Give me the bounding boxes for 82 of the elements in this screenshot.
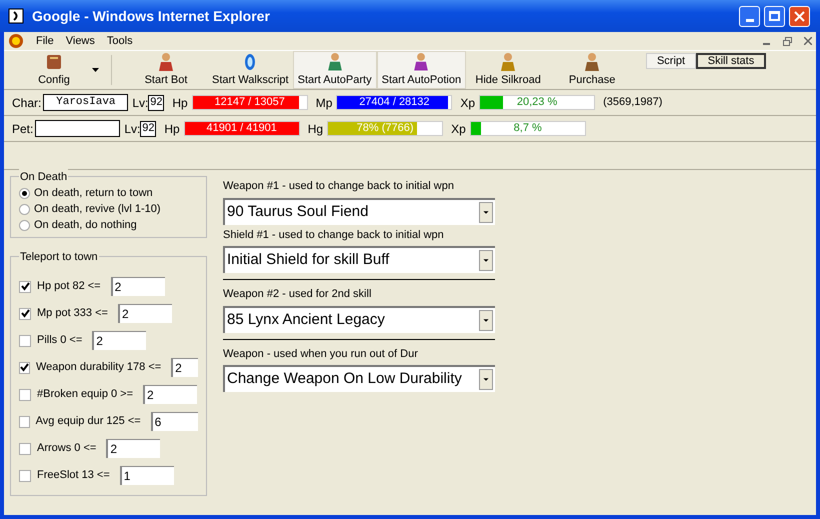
toolbar-button[interactable]: Start Walkscript	[208, 51, 293, 89]
checkbox[interactable]	[19, 280, 31, 292]
checkbox-label: Avg equip dur 125 <=	[36, 414, 141, 430]
stat-label: Hp	[172, 94, 188, 112]
tab[interactable]: Skill stats	[696, 53, 766, 69]
close-icon[interactable]	[804, 37, 812, 45]
checkbox-label: FreeSlot 13 <=	[37, 468, 110, 484]
name-field[interactable]: YarosIava	[43, 94, 128, 111]
restore-icon[interactable]	[783, 36, 792, 46]
toolbar-button[interactable]: Start AutoParty	[292, 51, 377, 89]
tab[interactable]: Script	[646, 53, 696, 69]
radio-button[interactable]	[19, 188, 30, 198]
checkbox-label: Hp pot 82 <=	[37, 279, 101, 294]
stat-reading: 12147 / 13057	[214, 96, 286, 109]
level-label: Lv:	[124, 120, 140, 138]
radio-label: On death, do nothing	[34, 218, 137, 233]
weapon-dropdown[interactable]: Initial Shield for skill Buff	[223, 246, 495, 273]
row-label: Char:	[12, 94, 42, 112]
radio-button[interactable]	[19, 204, 30, 214]
threshold-field[interactable]: 2	[171, 358, 198, 377]
level-field[interactable]: 92	[140, 120, 156, 136]
menu-item[interactable]: File	[36, 32, 54, 50]
level-field[interactable]: 92	[148, 94, 164, 110]
checkbox-label: #Broken equip 0 >=	[37, 387, 134, 402]
checkbox[interactable]	[19, 416, 30, 428]
row-label: Pet:	[12, 120, 34, 138]
close-button[interactable]	[789, 6, 810, 26]
stat-label: Hg	[308, 120, 324, 138]
coordinates: (3569,1987)	[603, 95, 662, 110]
radio-label: On death, return to town	[34, 186, 153, 201]
stat-reading: 78% (7766)	[356, 122, 414, 135]
field-label: Weapon #1 - used to change back to initial wpn	[223, 179, 455, 194]
checkbox[interactable]	[19, 334, 31, 346]
stat-reading: 41901 / 41901	[206, 122, 278, 135]
field-label: Weapon - used when you run out of Dur	[223, 346, 419, 362]
checkbox[interactable]	[19, 362, 30, 374]
name-field[interactable]	[35, 120, 120, 137]
weapon-dropdown[interactable]: 85 Lynx Ancient Legacy	[223, 306, 495, 332]
menu-item[interactable]: Views	[66, 32, 95, 50]
checkbox-label: Mp pot 333 <=	[37, 306, 108, 322]
field-label: Shield #1 - used to change back to initial wpn	[223, 228, 445, 242]
field-label: Weapon #2 - used for 2nd skill	[223, 287, 372, 302]
stat-reading: 20,23 %	[516, 96, 558, 109]
threshold-field[interactable]: 1	[120, 466, 174, 485]
toolbar-button[interactable]: Start AutoPotion	[376, 51, 466, 89]
stat-reading: 8,7 %	[512, 122, 543, 135]
minimize-button[interactable]	[739, 6, 760, 26]
threshold-field[interactable]: 2	[143, 385, 198, 404]
checkbox[interactable]	[19, 470, 31, 482]
menu-item[interactable]: Tools	[106, 32, 133, 50]
threshold-field[interactable]: 2	[92, 331, 146, 350]
toolbar-button[interactable]: Hide Silkroad	[466, 51, 550, 89]
character-icon	[156, 52, 176, 72]
level-label: Lv:	[132, 94, 148, 112]
toolbar-button[interactable]: Config	[24, 51, 84, 89]
maximize-button[interactable]	[764, 6, 785, 26]
toolbar-button[interactable]: Purchase	[550, 51, 634, 89]
stat-label: Xp	[460, 94, 476, 112]
window-title: Google - Windows Internet Explorer	[32, 6, 271, 26]
radio-label: On death, revive (lvl 1-10)	[34, 202, 161, 217]
stat-label: Mp	[316, 94, 332, 112]
threshold-field[interactable]: 6	[150, 412, 198, 431]
stat-label: Xp	[451, 120, 466, 138]
toolbar-button[interactable]: Start Bot	[124, 51, 208, 89]
threshold-field[interactable]: 2	[106, 439, 160, 458]
checkbox[interactable]	[19, 442, 31, 454]
app-logo-icon	[8, 33, 24, 49]
checkbox-label: Arrows 0 <=	[37, 441, 96, 456]
checkbox-label: Weapon durability 178 <=	[36, 360, 162, 376]
caret-icon[interactable]	[92, 68, 99, 72]
weapon-dropdown[interactable]: 90 Taurus Soul Fiend	[223, 198, 495, 224]
threshold-field[interactable]: 2	[110, 277, 165, 296]
radio-button[interactable]	[19, 220, 30, 230]
checkbox[interactable]	[19, 308, 31, 320]
threshold-field[interactable]: 2	[118, 304, 172, 323]
stat-label: Hp	[164, 120, 180, 138]
checkbox-label: Pills 0 <=	[37, 333, 82, 348]
stat-reading: 27404 / 28132	[358, 96, 431, 109]
group-title: Teleport to town	[19, 249, 99, 266]
checkbox[interactable]	[19, 388, 31, 400]
app-icon	[8, 8, 24, 24]
weapon-dropdown[interactable]: Change Weapon On Low Durability	[223, 365, 495, 392]
